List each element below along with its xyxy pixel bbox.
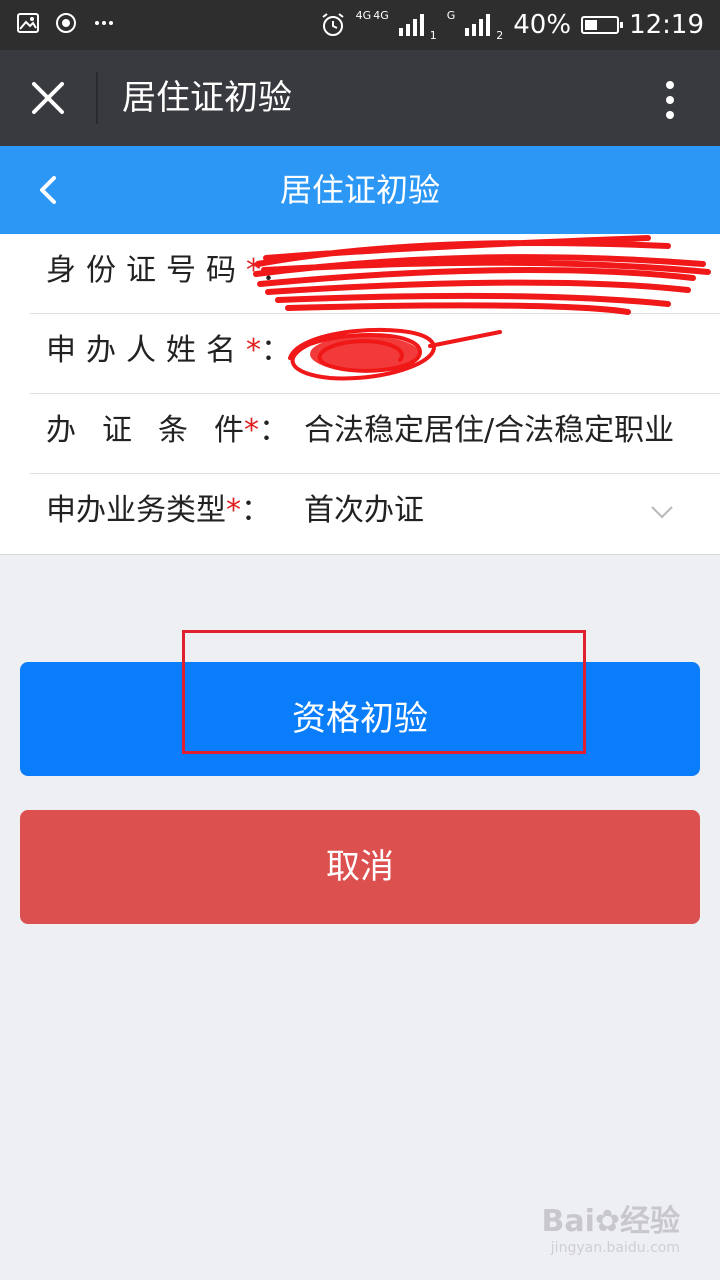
cancel-button[interactable]: 取消 [20, 810, 700, 924]
paw-icon: ✿ [594, 1204, 620, 1239]
business-type-label: 申办业务类型*： [46, 474, 271, 548]
watermark-brand-tail: 经验 [620, 1204, 680, 1239]
app-screen: 4G 4G 1 G 2 40% 12:19 居住证初验 居住证初验 身份证号码*… [0, 0, 720, 1280]
network-type-2: 4G [373, 8, 389, 22]
redaction-scribble [288, 327, 502, 381]
record-icon [56, 13, 76, 33]
applicant-name-label: 申办人姓名*： [46, 314, 291, 388]
page-title: 居住证初验 [279, 171, 440, 209]
close-icon[interactable] [28, 78, 68, 118]
image-icon [17, 13, 39, 33]
required-mark: * [246, 333, 261, 368]
status-bar: 4G 4G 1 G 2 40% 12:19 [0, 0, 720, 50]
required-mark: * [226, 493, 241, 528]
page-header: 居住证初验 [0, 146, 720, 234]
signal-icon [398, 14, 424, 36]
chevron-down-icon[interactable] [650, 500, 674, 524]
more-vertical-icon[interactable] [664, 80, 676, 120]
application-form: 身份证号码*： 申办人姓名*： 办证条件*： 合法稳定居住/合法稳定职业 申办业 [0, 234, 720, 555]
required-mark: * [246, 253, 261, 288]
more-dots-icon [95, 21, 113, 25]
label-colon: ： [261, 253, 291, 288]
id-number-label-text: 身份证号码 [46, 253, 246, 288]
status-left [16, 11, 116, 35]
label-colon: ： [261, 333, 291, 368]
watermark-url: jingyan.baidu.com [550, 1240, 680, 1256]
qualification-check-button[interactable]: 资格初验 [20, 662, 700, 776]
redaction-scribble [253, 235, 711, 315]
label-colon: ： [259, 413, 289, 448]
signal-icon-2 [465, 14, 491, 36]
id-number-row[interactable]: 身份证号码*： [30, 234, 720, 315]
battery-level [585, 20, 598, 30]
network-type-3: G [446, 8, 456, 22]
condition-label: 办证条件*： [46, 394, 289, 468]
required-mark: * [244, 413, 259, 448]
business-type-label-text: 申办业务类型 [46, 493, 226, 528]
baidu-watermark: Bai✿经验 jingyan.baidu.com [541, 1196, 680, 1256]
status-right: 4G 4G 1 G 2 40% 12:19 [320, 0, 704, 50]
title-divider [96, 72, 98, 124]
watermark-brand: Bai [541, 1204, 595, 1239]
business-type-select[interactable]: 申办业务类型*： 首次办证 [30, 474, 720, 554]
applicant-name-label-text: 申办人姓名 [46, 333, 246, 368]
battery-icon [581, 16, 624, 34]
condition-row[interactable]: 办证条件*： 合法稳定居住/合法稳定职业 [30, 394, 720, 474]
battery-percent: 40% [513, 10, 572, 40]
alarm-icon [322, 13, 344, 36]
browser-title-bar: 居住证初验 [0, 50, 720, 146]
sim-2-label: 2 [496, 28, 504, 42]
condition-value: 合法稳定居住/合法稳定职业 [304, 413, 675, 448]
clock: 12:19 [629, 10, 704, 40]
browser-title: 居住证初验 [122, 78, 292, 118]
applicant-name-row[interactable]: 申办人姓名*： [30, 314, 720, 394]
condition-label-text: 办证条件 [46, 413, 270, 448]
label-colon: ： [241, 493, 271, 528]
id-number-label: 身份证号码*： [46, 234, 291, 308]
network-type-1: 4G [355, 8, 372, 22]
business-type-value: 首次办证 [304, 493, 424, 528]
sim-1-label: 1 [429, 28, 437, 42]
